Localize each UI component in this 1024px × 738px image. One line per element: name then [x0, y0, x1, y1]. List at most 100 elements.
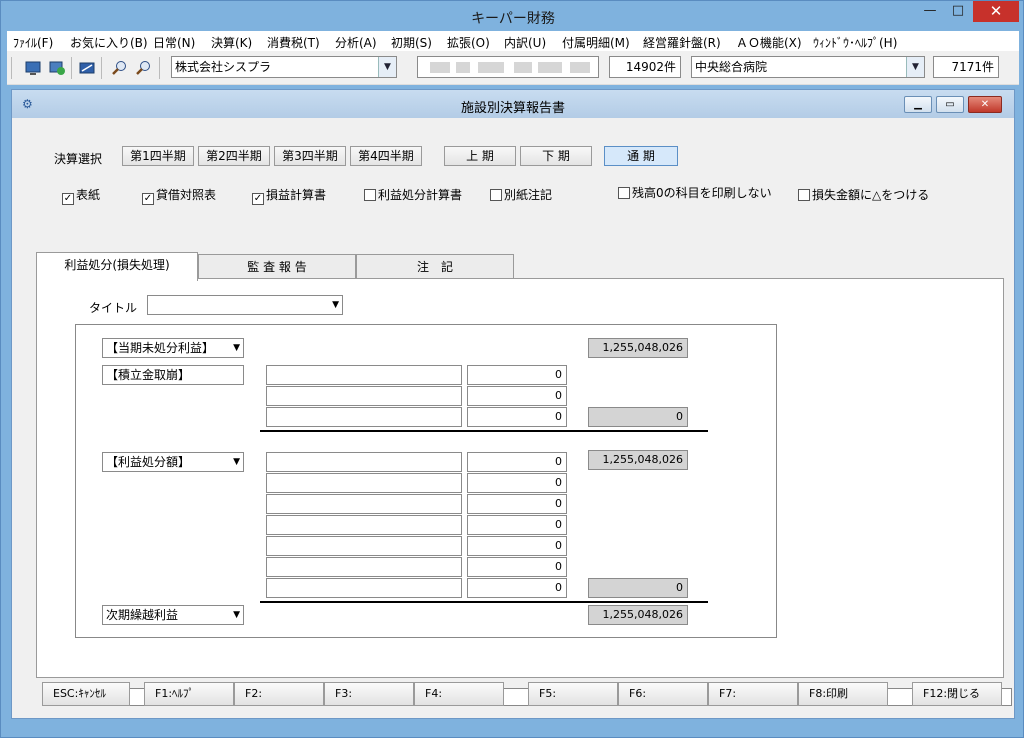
f6-button[interactable]: F6: [618, 682, 708, 706]
f1-help-button[interactable]: F1:ﾍﾙﾌﾟ [144, 682, 234, 706]
reserve-label: 【積立金取崩】 [102, 365, 244, 385]
reserve-name-input[interactable] [266, 365, 462, 385]
check-cover[interactable]: ✓ 表紙 [62, 186, 100, 205]
appropriation-amount-input[interactable]: 0 [467, 536, 567, 556]
unappropriated-select[interactable]: 【当期未処分利益】 ▼ [102, 338, 244, 358]
f7-button[interactable]: F7: [708, 682, 798, 706]
carry-forward-select[interactable]: 次期繰越利益 ▼ [102, 605, 244, 625]
reserve-name-input[interactable] [266, 386, 462, 406]
quarter-4-button[interactable]: 第4四半期 [350, 146, 422, 166]
f5-button[interactable]: F5: [528, 682, 618, 706]
hospital-select[interactable]: 中央総合病院 ▼ [691, 56, 925, 78]
zoom-out-icon[interactable] [135, 60, 151, 76]
appropriation-name-input[interactable] [266, 452, 462, 472]
close-button[interactable]: ✕ [973, 1, 1019, 22]
period-label: 決算選択 [54, 152, 103, 166]
menu-daily[interactable]: 日常(N) [153, 34, 195, 51]
f8-print-button[interactable]: F8:印刷 [798, 682, 888, 706]
menu-initial[interactable]: 初期(S) [391, 34, 432, 51]
chevron-down-icon[interactable]: ▼ [378, 57, 396, 77]
redacted-field [417, 56, 599, 78]
quarter-3-button[interactable]: 第3四半期 [274, 146, 346, 166]
appropriation-name-input[interactable] [266, 557, 462, 577]
f4-button[interactable]: F4: [414, 682, 504, 706]
check-income-statement[interactable]: ✓ 損益計算書 [252, 186, 326, 205]
menu-attached[interactable]: 付属明細(M) [562, 34, 630, 51]
check-balance-sheet[interactable]: ✓ 貸借対照表 [142, 186, 216, 205]
tab-notes[interactable]: 注 記 [356, 254, 514, 279]
dialog-minimize-button[interactable]: ▁ [904, 96, 932, 113]
quarter-1-button[interactable]: 第1四半期 [122, 146, 194, 166]
check-notes[interactable]: 別紙注記 [490, 186, 552, 203]
menu-breakdown[interactable]: 内訳(U) [504, 34, 546, 51]
company-select[interactable]: 株式会社シスプラ ▼ [171, 56, 397, 78]
toolbar-separator [159, 57, 160, 79]
appropriation-select[interactable]: 【利益処分額】 ▼ [102, 452, 244, 472]
check-skip-zero[interactable]: 残高0の科目を印刷しない [618, 184, 772, 201]
checkbox-unchecked-icon[interactable] [364, 189, 376, 201]
title-bar: キーパー財務 — □ ✕ [1, 1, 1024, 31]
appropriation-name-input[interactable] [266, 473, 462, 493]
reserve-amount-input[interactable]: 0 [467, 386, 567, 406]
check-loss-triangle[interactable]: 損失金額に△をつける [798, 186, 929, 203]
check-appropriation-statement[interactable]: 利益処分計算書 [364, 186, 462, 203]
hospital-name: 中央総合病院 [695, 60, 768, 74]
menu-window-help[interactable]: ｳｨﾝﾄﾞｳ･ﾍﾙﾌﾟ(H) [813, 34, 897, 51]
checkbox-checked-icon[interactable]: ✓ [62, 193, 74, 205]
menu-analysis[interactable]: 分析(A) [335, 34, 377, 51]
f3-button[interactable]: F3: [324, 682, 414, 706]
title-select[interactable]: ▼ [147, 295, 343, 315]
quarter-2-button[interactable]: 第2四半期 [198, 146, 270, 166]
dialog-maximize-button[interactable]: ▭ [936, 96, 964, 113]
chevron-down-icon[interactable]: ▼ [233, 339, 240, 357]
computer-icon[interactable] [25, 60, 41, 76]
chevron-down-icon[interactable]: ▼ [906, 57, 924, 77]
reserve-amount-input[interactable]: 0 [467, 407, 567, 427]
menu-settlement[interactable]: 決算(K) [211, 34, 252, 51]
appropriation-amount-input[interactable]: 0 [467, 473, 567, 493]
f2-button[interactable]: F2: [234, 682, 324, 706]
chevron-down-icon[interactable]: ▼ [233, 606, 240, 624]
menu-ao[interactable]: ＡＯ機能(X) [736, 34, 802, 51]
refresh-icon[interactable] [49, 60, 65, 76]
checkbox-unchecked-icon[interactable] [798, 189, 810, 201]
menu-file[interactable]: ﾌｧｲﾙ(F) [13, 34, 53, 51]
chevron-down-icon[interactable]: ▼ [233, 453, 240, 471]
maximize-button[interactable]: □ [945, 1, 971, 22]
appropriation-amount-input[interactable]: 0 [467, 494, 567, 514]
dialog-close-button[interactable]: ✕ [968, 96, 1002, 113]
reserve-amount-input[interactable]: 0 [467, 365, 567, 385]
zoom-in-icon[interactable] [111, 60, 127, 76]
appropriation-name-input[interactable] [266, 578, 462, 598]
checkbox-checked-icon[interactable]: ✓ [142, 193, 154, 205]
tab-audit[interactable]: 監 査 報 告 [198, 254, 356, 279]
appropriation-total: 1,255,048,026 [588, 450, 688, 470]
reserve-name-input[interactable] [266, 407, 462, 427]
appropriation-amount-input[interactable]: 0 [467, 557, 567, 577]
full-year-button[interactable]: 通 期 [604, 146, 678, 166]
checkbox-unchecked-icon[interactable] [618, 187, 630, 199]
chevron-down-icon[interactable]: ▼ [332, 296, 339, 314]
appropriation-amount-input[interactable]: 0 [467, 452, 567, 472]
menu-favorites[interactable]: お気に入り(B) [70, 34, 148, 51]
appropriation-name-input[interactable] [266, 536, 462, 556]
toolbar-separator [11, 57, 12, 79]
appropriation-name-input[interactable] [266, 515, 462, 535]
checkbox-checked-icon[interactable]: ✓ [252, 193, 264, 205]
menu-extend[interactable]: 拡張(O) [447, 34, 490, 51]
appropriation-amount-input[interactable]: 0 [467, 578, 567, 598]
esc-cancel-button[interactable]: ESC:ｷｬﾝｾﾙ [42, 682, 130, 706]
menu-tax[interactable]: 消費税(T) [267, 34, 320, 51]
first-half-button[interactable]: 上 期 [444, 146, 516, 166]
carry-forward-total: 1,255,048,026 [588, 605, 688, 625]
appropriation-amount-input[interactable]: 0 [467, 515, 567, 535]
screen-icon[interactable] [79, 60, 95, 76]
f12-close-button[interactable]: F12:閉じる [912, 682, 1002, 706]
checkbox-unchecked-icon[interactable] [490, 189, 502, 201]
minimize-button[interactable]: — [917, 1, 943, 22]
menu-compass[interactable]: 経営羅針盤(R) [643, 34, 721, 51]
appropriation-name-input[interactable] [266, 494, 462, 514]
appropriation-subtotal: 0 [588, 578, 688, 598]
tab-appropriation[interactable]: 利益処分(損失処理) [36, 252, 198, 281]
second-half-button[interactable]: 下 期 [520, 146, 592, 166]
